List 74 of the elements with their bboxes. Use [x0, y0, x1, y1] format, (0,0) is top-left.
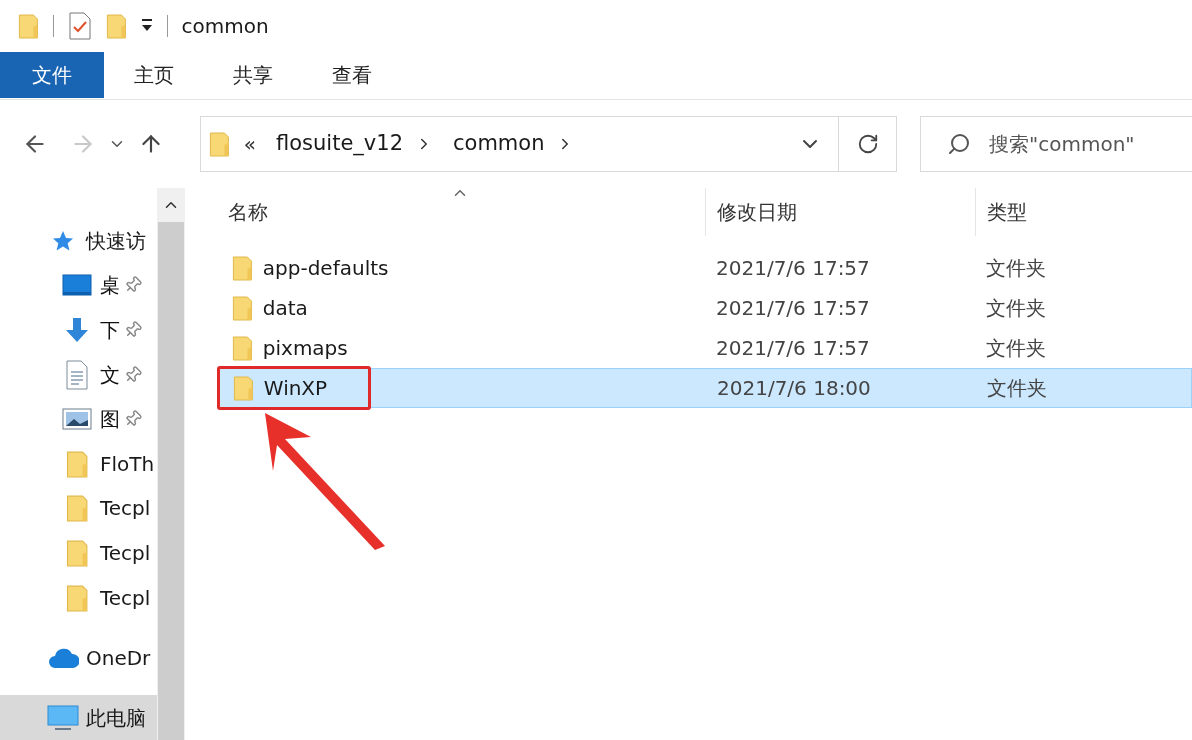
file-row[interactable]: app-defaults 2021/7/6 17:57 文件夹	[218, 248, 1192, 288]
file-name: data	[262, 295, 308, 322]
folder-icon	[18, 13, 39, 39]
folder-icon	[233, 375, 254, 401]
sidebar-item[interactable]: OneDr	[0, 635, 157, 680]
dropdown-icon[interactable]	[140, 19, 153, 33]
column-header[interactable]: 类型	[987, 197, 1027, 227]
breadcrumb[interactable]: flosuite_v12	[276, 128, 403, 160]
folder-icon	[65, 449, 89, 478]
sidebar-label: 下	[100, 316, 120, 344]
sidebar-item[interactable]: 快速访	[0, 218, 157, 263]
file-type: 文件夹	[985, 295, 1046, 322]
file-type: 文件夹	[985, 255, 1046, 282]
sidebar-item[interactable]: 此电脑	[0, 695, 157, 740]
sidebar-label: FloTh	[100, 450, 155, 478]
overflow-marker[interactable]: «	[243, 129, 257, 159]
sidebar-label: 图	[100, 406, 120, 434]
column-header[interactable]: 修改日期	[717, 197, 797, 227]
file-type: 文件夹	[985, 335, 1046, 362]
sidebar-label: 快速访	[86, 227, 146, 255]
sidebar-label: 桌	[100, 272, 120, 300]
file-type: 文件夹	[986, 375, 1047, 402]
folder-icon	[232, 255, 253, 281]
sidebar-item[interactable]: Tecpl	[0, 530, 157, 576]
desktop-icon	[62, 273, 92, 298]
cloud-icon	[47, 646, 79, 669]
file-name: app-defaults	[262, 255, 389, 282]
file-row[interactable]: WinXP 2021/7/6 18:00 文件夹	[218, 368, 1192, 408]
sidebar-label: Tecpl	[100, 584, 151, 612]
checklist-icon[interactable]	[67, 12, 92, 40]
sidebar-label: Tecpl	[100, 540, 151, 568]
modified-date: 2021/7/6 18:00	[716, 375, 872, 402]
folder-icon	[65, 494, 89, 523]
search-input[interactable]: 搜索"common"	[989, 129, 1192, 159]
file-name: pixmaps	[262, 335, 348, 362]
ribbon-tab[interactable]: 文件	[0, 52, 104, 98]
sidebar-item[interactable]: 下	[0, 307, 157, 353]
ribbon-tab[interactable]: 共享	[203, 52, 302, 98]
sidebar-item[interactable]: 桌	[0, 263, 157, 308]
breadcrumb[interactable]: common	[453, 128, 545, 160]
refresh-icon[interactable]	[856, 133, 879, 155]
folder-icon	[65, 583, 89, 612]
window-title: common	[181, 13, 269, 40]
sidebar-item[interactable]: FloTh	[0, 441, 157, 487]
file-name: WinXP	[263, 375, 328, 402]
folder-icon	[232, 335, 253, 361]
modified-date: 2021/7/6 17:57	[715, 335, 871, 362]
scrollbar[interactable]	[157, 188, 185, 740]
sidebar-item[interactable]: 文	[0, 352, 157, 397]
sidebar-label: OneDr	[86, 644, 151, 672]
picture-icon	[62, 407, 92, 432]
sidebar-item[interactable]: Tecpl	[0, 575, 157, 620]
computer-icon	[47, 703, 79, 732]
document-icon	[65, 359, 89, 390]
sidebar-label: Tecpl	[100, 495, 151, 523]
modified-date: 2021/7/6 17:57	[715, 295, 871, 322]
folder-icon	[105, 13, 127, 39]
download-icon	[63, 315, 91, 344]
folder-icon	[209, 131, 230, 157]
sidebar-item[interactable]: 图	[0, 396, 157, 442]
folder-icon	[232, 295, 253, 321]
address-bar[interactable]: « flosuite_v12 common	[200, 116, 897, 172]
ribbon-tab[interactable]: 查看	[302, 52, 401, 98]
sidebar-label: 此电脑	[86, 704, 146, 732]
file-row[interactable]: data 2021/7/6 17:57 文件夹	[218, 288, 1192, 328]
file-row[interactable]: pixmaps 2021/7/6 17:57 文件夹	[218, 328, 1192, 368]
column-header[interactable]: 名称	[228, 197, 268, 227]
folder-icon	[65, 539, 89, 568]
sidebar-item[interactable]: Tecpl	[0, 486, 157, 531]
sidebar-label: 文	[100, 361, 120, 389]
ribbon-tab[interactable]: 主页	[104, 52, 203, 98]
modified-date: 2021/7/6 17:57	[715, 255, 871, 282]
search-box[interactable]: 搜索"common"	[920, 116, 1192, 172]
search-icon	[947, 132, 971, 156]
